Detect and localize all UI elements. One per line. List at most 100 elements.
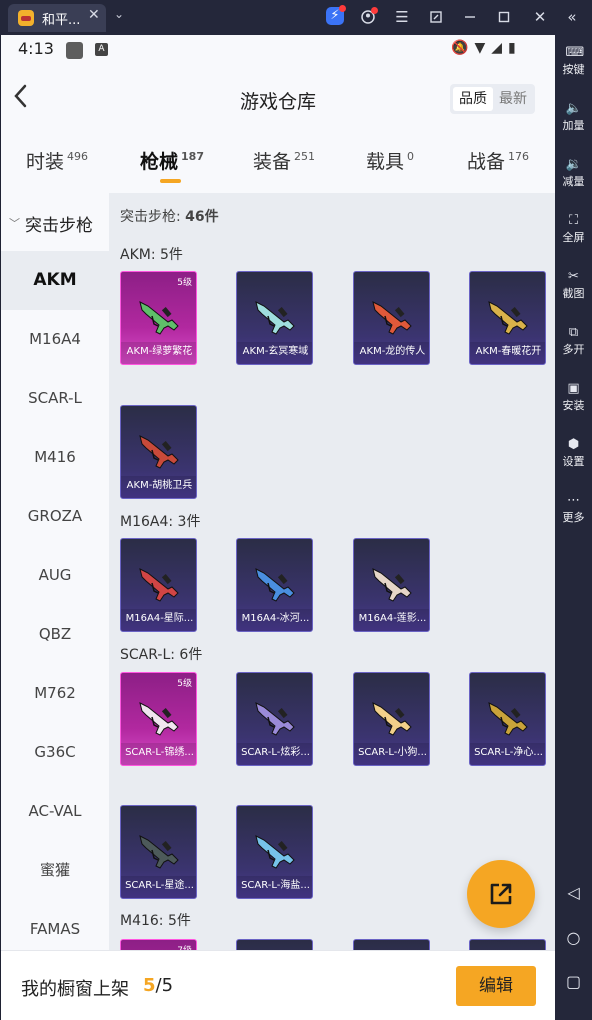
weapon-skin-card[interactable]: SCAR-L-海盐... (236, 805, 313, 899)
skin-level-badge: 5级 (177, 278, 192, 288)
showcase-count: 5/5 (143, 975, 173, 996)
weapon-nav-item[interactable]: SCAR-L (1, 369, 109, 428)
weapon-skin-card[interactable]: M16A4-冰河... (236, 538, 313, 632)
restore-window-icon[interactable] (424, 5, 448, 29)
weapon-skin-card[interactable] (236, 939, 313, 950)
skin-name: M16A4-冰河... (237, 609, 312, 631)
toolbar-label: 设置 (562, 455, 585, 468)
weapon-group-label: 突击步枪 (25, 216, 93, 236)
weapon-skin-card[interactable]: SCAR-L-净心... (469, 672, 546, 766)
weapon-nav-item[interactable]: AC-VAL (1, 782, 109, 841)
toolbar-label: 更多 (562, 511, 585, 524)
collapse-sidebar-icon[interactable]: « (560, 5, 584, 29)
tab-title: 和平... (42, 13, 81, 28)
more-icon: ⋯ (567, 493, 580, 508)
tab-label: 装备 (253, 151, 292, 173)
weapon-skin-card[interactable]: 5级 AKM-绿萝繁花 (120, 271, 197, 365)
weapon-skin-image (139, 301, 179, 335)
weapon-skin-card[interactable]: SCAR-L-炫彩... (236, 672, 313, 766)
weapon-nav-item[interactable]: AUG (1, 546, 109, 605)
tab-fashion[interactable]: 时装 496 (26, 147, 88, 179)
showcase-total: /5 (155, 975, 174, 996)
fullscreen-icon: ⛶ (568, 213, 579, 228)
weapon-nav-item[interactable]: M762 (1, 664, 109, 723)
weapon-skin-card[interactable]: SCAR-L-小狗... (353, 672, 430, 766)
game-logo-icon (18, 10, 34, 26)
app-tab[interactable]: 和平... ✕ (8, 4, 106, 32)
toolbar-more[interactable]: ⋯ 更多 (555, 487, 592, 535)
weapon-nav-item[interactable]: M416 (1, 428, 109, 487)
weapon-skin-card[interactable]: AKM-胡桃卫兵 (120, 405, 197, 499)
skin-name: SCAR-L-小狗... (354, 743, 429, 765)
nav-home-icon[interactable]: ○ (555, 923, 592, 953)
weapon-skin-card[interactable]: 7级 (120, 939, 197, 950)
toolbar-fullscreen[interactable]: ⛶ 全屏 (555, 207, 592, 255)
sort-toggle: 品质 最新 (450, 84, 535, 114)
skin-name: AKM-胡桃卫兵 (121, 476, 196, 498)
weapon-skin-card[interactable]: AKM-春暖花开 (469, 271, 546, 365)
active-tab-indicator (160, 179, 181, 183)
toolbar-volume-up[interactable]: 🔈 加量 (555, 95, 592, 143)
skin-name: SCAR-L-净心... (470, 743, 545, 765)
toolbar-install[interactable]: ▣ 安装 (555, 375, 592, 423)
weapon-nav-item[interactable]: M16A4 (1, 310, 109, 369)
sort-by-latest[interactable]: 最新 (493, 87, 533, 111)
weapon-skin-card[interactable]: M16A4-星际... (120, 538, 197, 632)
weapon-skin-card[interactable]: AKM-龙的传人 (353, 271, 430, 365)
battery-icon: ▮ (508, 40, 522, 56)
toolbar-settings[interactable]: ⬢ 设置 (555, 431, 592, 479)
tab-vehicles[interactable]: 载具 0 (366, 147, 414, 179)
toolbar-keymap[interactable]: ⌨ 按键 (555, 39, 592, 87)
tab-combat-gear[interactable]: 战备 176 (467, 147, 529, 179)
tab-label: 战备 (467, 151, 506, 173)
tab-equipment[interactable]: 装备 251 (253, 147, 315, 179)
toolbar-screenshot[interactable]: ✂ 截图 (555, 263, 592, 311)
tab-count: 0 (407, 150, 415, 163)
tab-dropdown-icon[interactable]: ⌄ (114, 7, 124, 21)
skin-name: AKM-玄冥寒域 (237, 342, 312, 364)
sort-by-quality[interactable]: 品质 (453, 87, 493, 111)
weapon-skin-card[interactable] (469, 939, 546, 950)
weapon-skin-image (139, 702, 179, 736)
weapon-nav-item[interactable]: GROZA (1, 487, 109, 546)
tab-label: 时装 (26, 151, 65, 173)
weapon-group-title: M416: 5件 (120, 913, 191, 929)
weapon-skin-card[interactable]: SCAR-L-星途... (120, 805, 197, 899)
weapon-skin-card[interactable]: M16A4-莲影... (353, 538, 430, 632)
signal-icon: ◢ (491, 40, 508, 56)
share-fab[interactable] (467, 860, 535, 928)
weapon-skin-image (372, 301, 412, 335)
weapon-skin-card[interactable]: 5级 SCAR-L-锦绣... (120, 672, 197, 766)
menu-icon[interactable]: ☰ (390, 5, 414, 29)
weapon-type-nav: ﹀ 突击步枪 AKM M16A4 SCAR-L M416 GROZA AUG QBZ M762… (1, 193, 109, 950)
maximize-icon[interactable] (492, 5, 516, 29)
weapon-nav-item[interactable]: G36C (1, 723, 109, 782)
weapon-skin-card[interactable]: AKM-玄冥寒域 (236, 271, 313, 365)
tab-count: 176 (508, 150, 530, 163)
skin-name: SCAR-L-锦绣... (121, 743, 196, 765)
edit-button[interactable]: 编辑 (456, 966, 536, 1006)
weapon-nav-item[interactable]: AKM (1, 251, 109, 310)
toolbar-multi[interactable]: ⧉ 多开 (555, 319, 592, 367)
weapon-nav-item[interactable]: 蜜獾 (1, 841, 109, 900)
tab-close-icon[interactable]: ✕ (88, 7, 100, 23)
toolbar-volume-down[interactable]: 🔉 减量 (555, 151, 592, 199)
account-icon[interactable] (356, 5, 380, 29)
close-window-icon[interactable]: ✕ (528, 5, 552, 29)
weapon-group-title: M16A4: 3件 (120, 514, 201, 530)
weapon-group-header[interactable]: ﹀ 突击步枪 (1, 193, 109, 251)
weapon-nav-item[interactable]: FAMAS (1, 900, 109, 950)
skin-name: M16A4-星际... (121, 609, 196, 631)
boost-icon[interactable]: ⚡ (326, 5, 346, 25)
nav-back-icon[interactable]: ◁ (555, 878, 592, 908)
title-bar: 和平... ✕ ⌄ ⚡ ☰ ✕ « (0, 0, 592, 35)
tab-firearms[interactable]: 枪械 187 (140, 147, 204, 179)
category-summary: 突击步枪: 46件 (120, 206, 219, 226)
toolbar-label: 多开 (562, 343, 585, 356)
nav-recents-icon[interactable]: ▢ (555, 967, 592, 997)
weapon-skin-image (255, 702, 295, 736)
weapon-nav-item[interactable]: QBZ (1, 605, 109, 664)
system-status-icons: 🔕▼◢▮ (451, 40, 522, 56)
minimize-icon[interactable] (458, 5, 482, 29)
weapon-skin-card[interactable] (353, 939, 430, 950)
